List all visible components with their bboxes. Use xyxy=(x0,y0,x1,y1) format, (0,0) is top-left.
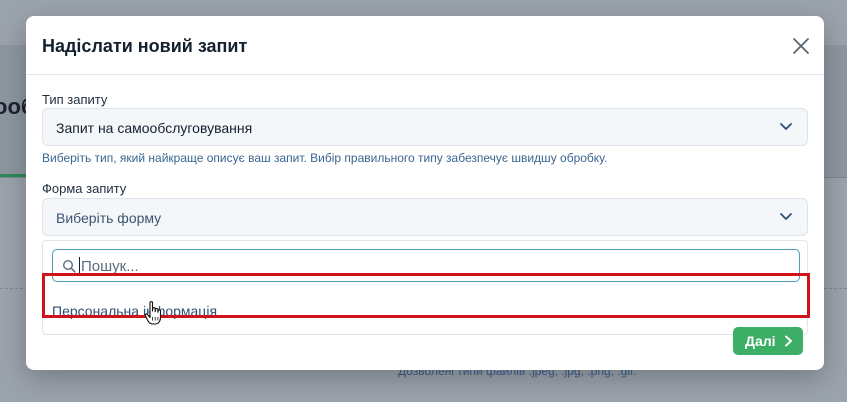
next-button-label: Далі xyxy=(745,333,776,349)
chevron-right-icon xyxy=(784,335,793,347)
request-form-placeholder: Виберіть форму xyxy=(56,210,162,226)
modal-header: Надіслати новий запит xyxy=(26,16,824,75)
search-icon xyxy=(62,259,76,273)
new-request-modal: Надіслати новий запит Тип запиту Запит н… xyxy=(26,16,824,370)
modal-title: Надіслати новий запит xyxy=(42,36,248,56)
dropdown-option-label: Персональна інформація xyxy=(52,303,218,319)
request-type-label: Тип запиту xyxy=(42,92,108,107)
dropdown-search-box[interactable] xyxy=(52,249,800,282)
request-type-select[interactable]: Запит на самообслуговування xyxy=(42,108,808,146)
request-form-label: Форма запиту xyxy=(42,181,127,196)
close-icon xyxy=(793,38,809,54)
request-type-value: Запит на самообслуговування xyxy=(56,120,253,136)
chevron-down-icon xyxy=(779,212,793,222)
text-caret xyxy=(79,257,80,275)
dropdown-option-personal-info[interactable]: Персональна інформація xyxy=(44,290,806,333)
request-type-help: Виберіть тип, який найкраще описує ваш з… xyxy=(42,151,608,165)
next-button[interactable]: Далі xyxy=(733,327,803,355)
close-button[interactable] xyxy=(790,35,812,57)
chevron-down-icon xyxy=(779,122,793,132)
request-form-select[interactable]: Виберіть форму xyxy=(42,198,808,236)
request-form-dropdown: Персональна інформація xyxy=(42,240,808,335)
search-input[interactable] xyxy=(81,255,781,277)
